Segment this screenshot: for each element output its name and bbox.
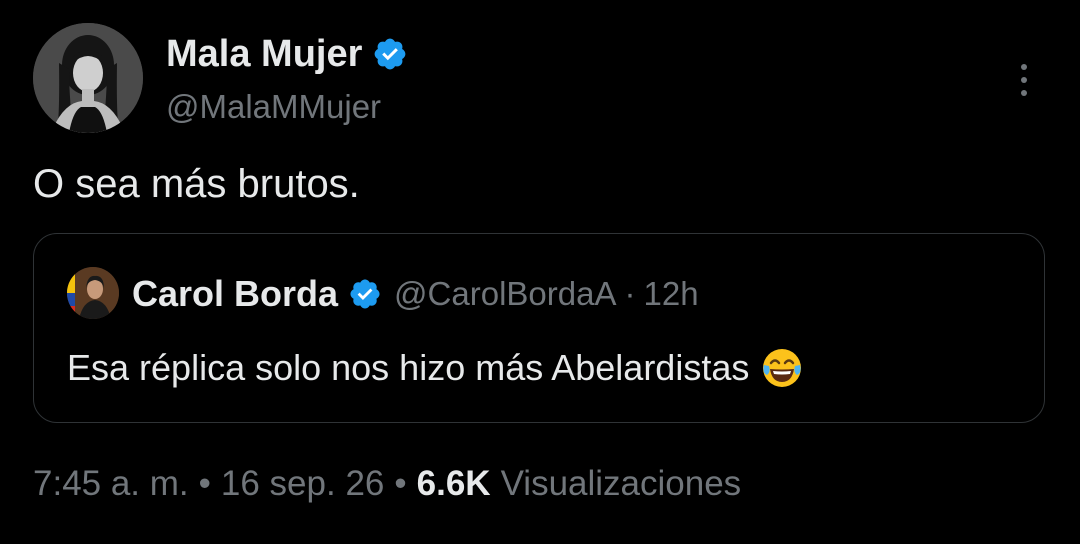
- laughing-tears-emoji-icon: [761, 347, 803, 389]
- quoted-author-avatar[interactable]: [67, 267, 119, 319]
- tweet-text: O sea más brutos.: [33, 162, 360, 206]
- views-label: Visualizaciones: [500, 464, 742, 503]
- quoted-author-name[interactable]: Carol Borda: [132, 273, 338, 315]
- quoted-timestamp[interactable]: 12h: [643, 275, 698, 313]
- author-handle[interactable]: @MalaMMujer: [166, 88, 381, 126]
- quoted-text-row: Esa réplica solo nos hizo más Abelardist…: [67, 347, 803, 389]
- author-avatar[interactable]: [33, 23, 143, 133]
- separator-dot: •: [394, 464, 407, 503]
- tweet-card: Mala Mujer @MalaMMujer O sea más brutos.: [0, 0, 1080, 544]
- more-vertical-icon-dot: [1021, 77, 1027, 83]
- author-header: Mala Mujer: [166, 30, 408, 78]
- more-options-button[interactable]: [1006, 58, 1042, 102]
- tweet-meta: 7:45 a. m. • 16 sep. 26 • 6.6K Visualiza…: [33, 462, 741, 506]
- separator-dot: ·: [624, 275, 636, 312]
- author-name[interactable]: Mala Mujer: [166, 33, 362, 76]
- more-vertical-icon-dot: [1021, 90, 1027, 96]
- quoted-text: Esa réplica solo nos hizo más Abelardist…: [67, 347, 750, 388]
- tweet-time[interactable]: 7:45 a. m.: [33, 464, 189, 504]
- views-count[interactable]: 6.6K: [417, 464, 491, 504]
- verified-badge-icon[interactable]: [372, 36, 408, 72]
- tweet-date[interactable]: 16 sep. 26: [221, 464, 384, 504]
- profile-photo-woman: [33, 23, 143, 133]
- quoted-tweet[interactable]: Carol Borda @CarolBordaA · 12h Esa répli…: [33, 233, 1045, 423]
- more-vertical-icon: [1021, 64, 1027, 70]
- separator-dot: •: [198, 464, 211, 503]
- verified-badge-icon[interactable]: [348, 277, 382, 311]
- quoted-author-handle[interactable]: @CarolBordaA: [394, 275, 616, 313]
- profile-photo-icon: [67, 267, 119, 319]
- quoted-author-header: Carol Borda @CarolBordaA · 12h: [132, 270, 699, 318]
